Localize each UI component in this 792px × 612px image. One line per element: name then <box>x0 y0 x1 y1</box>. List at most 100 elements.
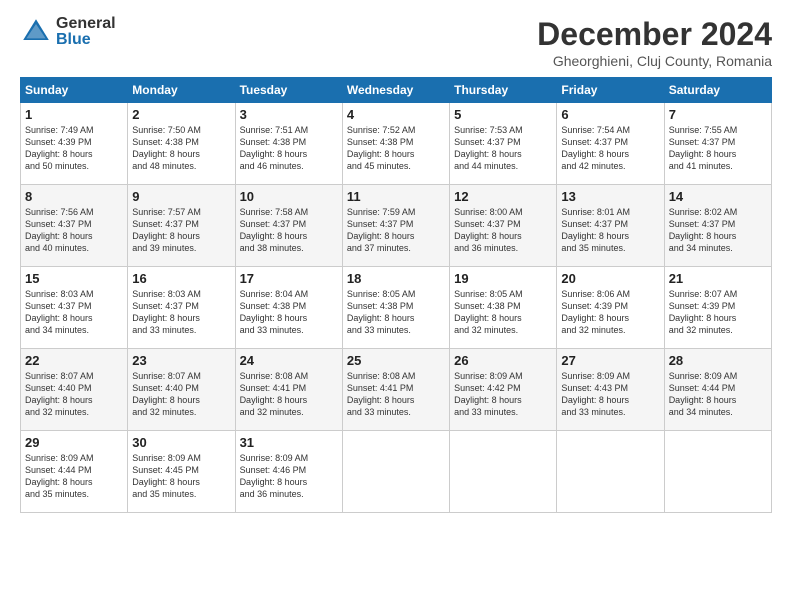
day-number: 6 <box>561 107 659 122</box>
title-block: December 2024 Gheorghieni, Cluj County, … <box>537 16 772 69</box>
day-info: Sunrise: 8:03 AM Sunset: 4:37 PM Dayligh… <box>25 288 123 337</box>
page: General Blue December 2024 Gheorghieni, … <box>0 0 792 612</box>
calendar-cell: 7 Sunrise: 7:55 AM Sunset: 4:37 PM Daylig… <box>664 103 771 185</box>
day-number: 22 <box>25 353 123 368</box>
day-number: 3 <box>240 107 338 122</box>
calendar-row-2: 15 Sunrise: 8:03 AM Sunset: 4:37 PM Dayli… <box>21 267 772 349</box>
day-info: Sunrise: 8:08 AM Sunset: 4:41 PM Dayligh… <box>240 370 338 419</box>
day-number: 31 <box>240 435 338 450</box>
day-number: 20 <box>561 271 659 286</box>
calendar-cell: 2Sunrise: 7:50 AM Sunset: 4:38 PM Daylig… <box>128 103 235 185</box>
day-number: 16 <box>132 271 230 286</box>
calendar-cell: 11Sunrise: 7:59 AM Sunset: 4:37 PM Dayli… <box>342 185 449 267</box>
calendar-cell: 27Sunrise: 8:09 AM Sunset: 4:43 PM Dayli… <box>557 349 664 431</box>
calendar-cell: 22 Sunrise: 8:07 AM Sunset: 4:40 PM Dayli… <box>21 349 128 431</box>
calendar-cell: 20 Sunrise: 8:06 AM Sunset: 4:39 PM Dayli… <box>557 267 664 349</box>
day-info: Sunrise: 7:57 AM Sunset: 4:37 PM Dayligh… <box>132 206 230 255</box>
calendar-cell: 31 Sunrise: 8:09 AM Sunset: 4:46 PM Dayli… <box>235 431 342 513</box>
day-info: Sunrise: 8:09 AM Sunset: 4:44 PM Dayligh… <box>25 452 123 501</box>
day-info: Sunrise: 8:06 AM Sunset: 4:39 PM Dayligh… <box>561 288 659 337</box>
calendar-cell: 23 Sunrise: 8:07 AM Sunset: 4:40 PM Dayli… <box>128 349 235 431</box>
logo-icon <box>20 16 52 48</box>
day-number: 9 <box>132 189 230 204</box>
calendar-cell: 1Sunrise: 7:49 AM Sunset: 4:39 PM Daylig… <box>21 103 128 185</box>
day-info: Sunrise: 8:05 AM Sunset: 4:38 PM Dayligh… <box>454 288 552 337</box>
day-number: 13 <box>561 189 659 204</box>
day-info: Sunrise: 7:53 AM Sunset: 4:37 PM Dayligh… <box>454 124 552 173</box>
calendar-cell: 17Sunrise: 8:04 AM Sunset: 4:38 PM Dayli… <box>235 267 342 349</box>
day-number: 25 <box>347 353 445 368</box>
day-info: Sunrise: 7:54 AM Sunset: 4:37 PM Dayligh… <box>561 124 659 173</box>
calendar-cell <box>664 431 771 513</box>
header-cell-sunday: Sunday <box>21 78 128 103</box>
calendar-cell <box>450 431 557 513</box>
day-number: 19 <box>454 271 552 286</box>
day-info: Sunrise: 7:58 AM Sunset: 4:37 PM Dayligh… <box>240 206 338 255</box>
header: General Blue December 2024 Gheorghieni, … <box>20 16 772 69</box>
location: Gheorghieni, Cluj County, Romania <box>537 53 772 69</box>
calendar-cell: 25 Sunrise: 8:08 AM Sunset: 4:41 PM Dayli… <box>342 349 449 431</box>
day-info: Sunrise: 7:56 AM Sunset: 4:37 PM Dayligh… <box>25 206 123 255</box>
calendar-cell: 12 Sunrise: 8:00 AM Sunset: 4:37 PM Dayli… <box>450 185 557 267</box>
calendar-cell: 6 Sunrise: 7:54 AM Sunset: 4:37 PM Daylig… <box>557 103 664 185</box>
calendar-cell: 28Sunrise: 8:09 AM Sunset: 4:44 PM Dayli… <box>664 349 771 431</box>
logo-general: General <box>56 16 116 32</box>
calendar-header: SundayMondayTuesdayWednesdayThursdayFrid… <box>21 78 772 103</box>
day-number: 30 <box>132 435 230 450</box>
day-info: Sunrise: 7:55 AM Sunset: 4:37 PM Dayligh… <box>669 124 767 173</box>
header-cell-saturday: Saturday <box>664 78 771 103</box>
day-info: Sunrise: 8:07 AM Sunset: 4:40 PM Dayligh… <box>132 370 230 419</box>
day-info: Sunrise: 8:08 AM Sunset: 4:41 PM Dayligh… <box>347 370 445 419</box>
day-info: Sunrise: 7:49 AM Sunset: 4:39 PM Dayligh… <box>25 124 123 173</box>
calendar-cell: 10 Sunrise: 7:58 AM Sunset: 4:37 PM Dayli… <box>235 185 342 267</box>
day-info: Sunrise: 8:07 AM Sunset: 4:40 PM Dayligh… <box>25 370 123 419</box>
day-number: 12 <box>454 189 552 204</box>
calendar-row-0: 1Sunrise: 7:49 AM Sunset: 4:39 PM Daylig… <box>21 103 772 185</box>
calendar-cell: 18 Sunrise: 8:05 AM Sunset: 4:38 PM Dayli… <box>342 267 449 349</box>
calendar-cell: 3 Sunrise: 7:51 AM Sunset: 4:38 PM Daylig… <box>235 103 342 185</box>
day-number: 24 <box>240 353 338 368</box>
header-cell-friday: Friday <box>557 78 664 103</box>
header-cell-tuesday: Tuesday <box>235 78 342 103</box>
calendar-cell: 15 Sunrise: 8:03 AM Sunset: 4:37 PM Dayli… <box>21 267 128 349</box>
day-number: 10 <box>240 189 338 204</box>
day-info: Sunrise: 8:05 AM Sunset: 4:38 PM Dayligh… <box>347 288 445 337</box>
calendar-body: 1Sunrise: 7:49 AM Sunset: 4:39 PM Daylig… <box>21 103 772 513</box>
day-info: Sunrise: 8:09 AM Sunset: 4:43 PM Dayligh… <box>561 370 659 419</box>
header-cell-thursday: Thursday <box>450 78 557 103</box>
calendar-row-4: 29 Sunrise: 8:09 AM Sunset: 4:44 PM Dayli… <box>21 431 772 513</box>
day-info: Sunrise: 7:51 AM Sunset: 4:38 PM Dayligh… <box>240 124 338 173</box>
header-cell-wednesday: Wednesday <box>342 78 449 103</box>
logo-blue: Blue <box>56 32 116 48</box>
calendar-cell: 30Sunrise: 8:09 AM Sunset: 4:45 PM Dayli… <box>128 431 235 513</box>
calendar-cell: 29 Sunrise: 8:09 AM Sunset: 4:44 PM Dayli… <box>21 431 128 513</box>
calendar-cell: 24 Sunrise: 8:08 AM Sunset: 4:41 PM Dayli… <box>235 349 342 431</box>
calendar-cell <box>342 431 449 513</box>
day-number: 17 <box>240 271 338 286</box>
day-number: 11 <box>347 189 445 204</box>
calendar-cell: 8Sunrise: 7:56 AM Sunset: 4:37 PM Daylig… <box>21 185 128 267</box>
month-title: December 2024 <box>537 16 772 53</box>
calendar-cell: 13 Sunrise: 8:01 AM Sunset: 4:37 PM Dayli… <box>557 185 664 267</box>
calendar-cell: 14Sunrise: 8:02 AM Sunset: 4:37 PM Dayli… <box>664 185 771 267</box>
day-info: Sunrise: 8:09 AM Sunset: 4:44 PM Dayligh… <box>669 370 767 419</box>
calendar-row-1: 8Sunrise: 7:56 AM Sunset: 4:37 PM Daylig… <box>21 185 772 267</box>
day-number: 21 <box>669 271 767 286</box>
day-info: Sunrise: 8:00 AM Sunset: 4:37 PM Dayligh… <box>454 206 552 255</box>
day-number: 7 <box>669 107 767 122</box>
day-number: 18 <box>347 271 445 286</box>
calendar-cell: 26Sunrise: 8:09 AM Sunset: 4:42 PM Dayli… <box>450 349 557 431</box>
calendar-cell: 19 Sunrise: 8:05 AM Sunset: 4:38 PM Dayli… <box>450 267 557 349</box>
day-number: 23 <box>132 353 230 368</box>
day-info: Sunrise: 8:01 AM Sunset: 4:37 PM Dayligh… <box>561 206 659 255</box>
day-number: 15 <box>25 271 123 286</box>
header-row: SundayMondayTuesdayWednesdayThursdayFrid… <box>21 78 772 103</box>
day-number: 2 <box>132 107 230 122</box>
calendar-cell: 16Sunrise: 8:03 AM Sunset: 4:37 PM Dayli… <box>128 267 235 349</box>
day-info: Sunrise: 8:07 AM Sunset: 4:39 PM Dayligh… <box>669 288 767 337</box>
calendar-row-3: 22 Sunrise: 8:07 AM Sunset: 4:40 PM Dayli… <box>21 349 772 431</box>
day-number: 29 <box>25 435 123 450</box>
calendar-cell: 9 Sunrise: 7:57 AM Sunset: 4:37 PM Daylig… <box>128 185 235 267</box>
day-number: 5 <box>454 107 552 122</box>
day-info: Sunrise: 8:09 AM Sunset: 4:46 PM Dayligh… <box>240 452 338 501</box>
